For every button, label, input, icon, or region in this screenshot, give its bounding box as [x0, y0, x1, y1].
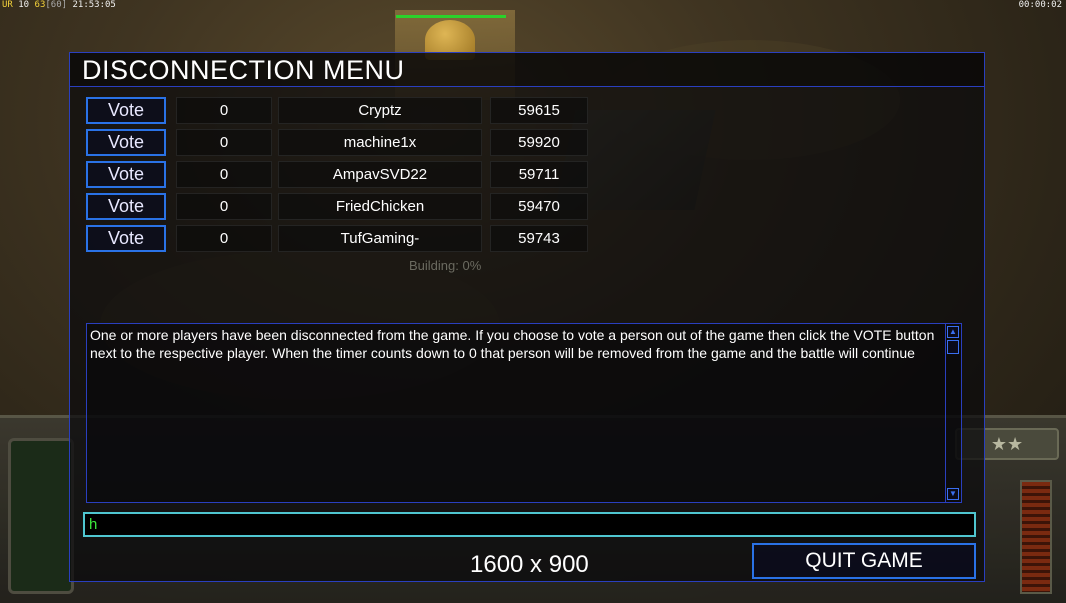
scroll-down-arrow-icon[interactable]: ▼: [947, 488, 959, 500]
vote-count: 0: [176, 129, 272, 156]
vote-button[interactable]: Vote: [86, 225, 166, 252]
power-meter: [1020, 480, 1052, 594]
building-progress-label: Building: 0%: [409, 258, 482, 273]
vote-button[interactable]: Vote: [86, 161, 166, 188]
unit-health-bar: [396, 15, 506, 18]
game-clock: 00:00:02: [1018, 0, 1062, 10]
status-value-a: 10: [18, 0, 30, 10]
message-box: One or more players have been disconnect…: [86, 323, 962, 503]
message-scrollbar[interactable]: ▲ ▼: [945, 324, 961, 502]
chat-input[interactable]: h: [83, 512, 976, 537]
player-timer: 59711: [490, 161, 588, 188]
status-value-c: [60]: [45, 0, 68, 10]
dialog-title: DISCONNECTION MENU: [82, 55, 405, 85]
quit-game-button[interactable]: QUIT GAME: [752, 543, 976, 579]
message-text: One or more players have been disconnect…: [90, 327, 935, 361]
vote-button[interactable]: Vote: [86, 193, 166, 220]
player-name: TufGaming-: [278, 225, 482, 252]
player-name: Cryptz: [278, 97, 482, 124]
vote-count: 0: [176, 193, 272, 220]
player-timer: 59615: [490, 97, 588, 124]
radar-panel: [8, 438, 74, 594]
rank-stars: ★★: [990, 434, 1024, 454]
status-time: 21:53:05: [72, 0, 116, 10]
disconnection-dialog: DISCONNECTION MENU Vote 0 Cryptz 59615 V…: [69, 52, 985, 582]
status-value-b: 63: [34, 0, 46, 10]
vote-count: 0: [176, 97, 272, 124]
vote-count: 0: [176, 225, 272, 252]
scroll-thumb[interactable]: [947, 340, 959, 354]
vote-button[interactable]: Vote: [86, 129, 166, 156]
scroll-up-arrow-icon[interactable]: ▲: [947, 326, 959, 338]
dialog-title-bar: DISCONNECTION MENU: [70, 53, 984, 87]
vote-button[interactable]: Vote: [86, 97, 166, 124]
resolution-label: 1600 x 900: [470, 551, 589, 578]
status-readout: UR 10 63[60] 21:53:05: [2, 0, 116, 10]
player-timer: 59920: [490, 129, 588, 156]
player-name: AmpavSVD22: [278, 161, 482, 188]
vote-count: 0: [176, 161, 272, 188]
player-timer: 59470: [490, 193, 588, 220]
player-name: machine1x: [278, 129, 482, 156]
player-name: FriedChicken: [278, 193, 482, 220]
status-prefix: UR: [2, 0, 13, 10]
player-timer: 59743: [490, 225, 588, 252]
